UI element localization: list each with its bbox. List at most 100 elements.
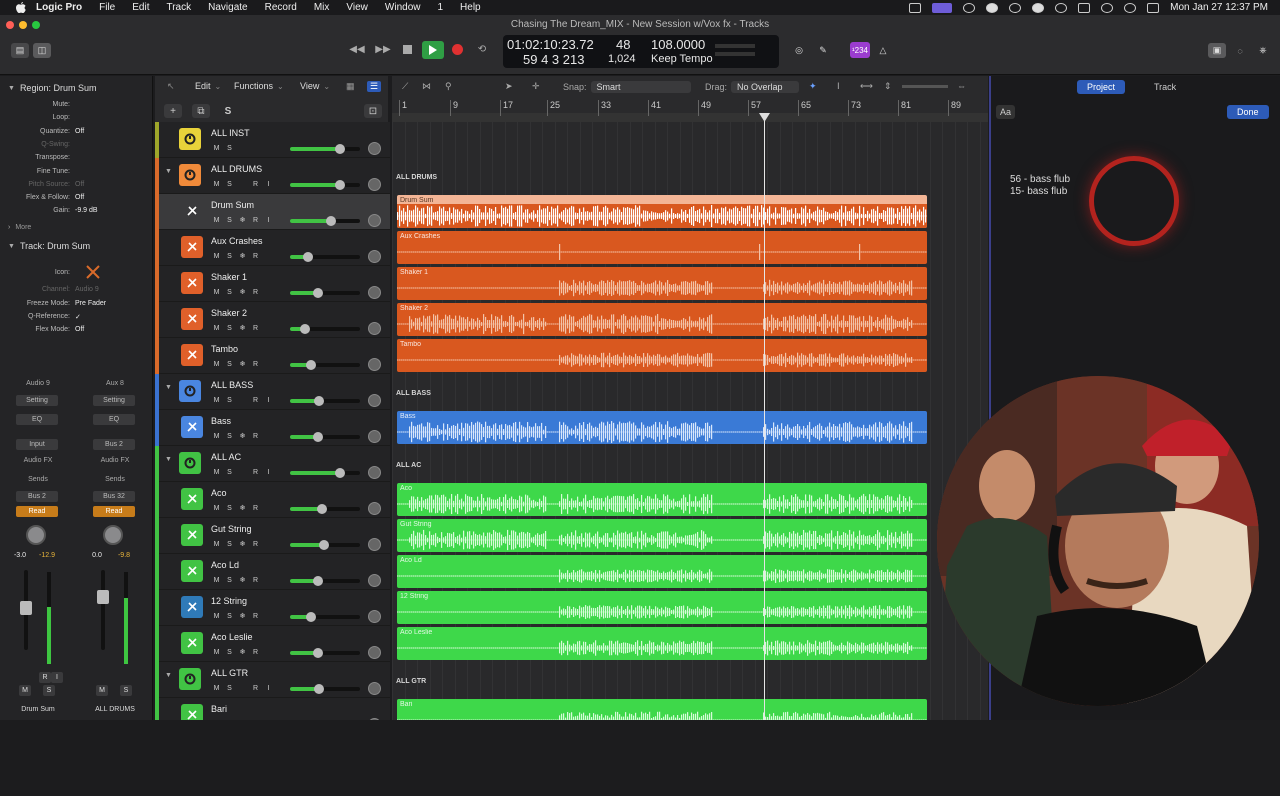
- track-header[interactable]: Drum Sum M S ❄ R I: [155, 194, 390, 230]
- region-param-row[interactable]: Flex & Follow: Off: [0, 194, 153, 206]
- pointer-tool-icon[interactable]: ⟋: [402, 81, 408, 92]
- track-button[interactable]: R: [250, 683, 261, 693]
- track-name[interactable]: ALL AC: [211, 452, 241, 462]
- track-header[interactable]: ALL INST M S: [155, 122, 390, 158]
- track-param-row[interactable]: Icon:: [0, 269, 153, 281]
- cycle-button[interactable]: ⟲: [473, 41, 491, 57]
- track-button[interactable]: R: [250, 575, 261, 585]
- track-param-row[interactable]: Channel: Audio 9: [0, 286, 153, 298]
- track-header[interactable]: Tambo M S ❄ R: [155, 338, 390, 374]
- menu-track[interactable]: Track: [166, 2, 191, 13]
- track-button[interactable]: I: [263, 215, 274, 225]
- fade-tool-icon[interactable]: ⋈: [422, 81, 431, 92]
- fit-icon[interactable]: ⇔: [957, 81, 966, 91]
- menu-view[interactable]: View: [346, 2, 368, 13]
- track-icon[interactable]: [181, 272, 203, 294]
- region-param-row[interactable]: Transpose:: [0, 154, 153, 166]
- metronome-button[interactable]: ✎: [814, 43, 832, 58]
- track-icon[interactable]: [181, 596, 203, 618]
- track-button[interactable]: M: [211, 503, 222, 513]
- track-button[interactable]: ❄: [237, 287, 248, 297]
- track-name[interactable]: 12 String: [211, 596, 247, 606]
- bluetooth-icon[interactable]: [1078, 2, 1091, 13]
- track-button[interactable]: ❄: [237, 575, 248, 585]
- add-track-button[interactable]: +: [164, 104, 182, 118]
- track-button[interactable]: I: [263, 467, 274, 477]
- audio-region[interactable]: Tambo: [397, 339, 927, 372]
- track-icon[interactable]: [179, 452, 201, 474]
- global-solo-button[interactable]: S: [219, 104, 237, 118]
- track-icon[interactable]: [181, 524, 203, 546]
- play-button[interactable]: [422, 41, 444, 59]
- track-pan-knob[interactable]: [368, 502, 381, 515]
- rewind-button[interactable]: ◀◀: [348, 41, 366, 57]
- track-button[interactable]: [237, 179, 248, 189]
- region-param-row[interactable]: Fine Tune:: [0, 168, 153, 180]
- region-param-row[interactable]: Mute:: [0, 101, 153, 113]
- track-button[interactable]: I: [263, 683, 274, 693]
- track-button[interactable]: S: [224, 683, 235, 693]
- updown-icon[interactable]: ⇕: [884, 81, 892, 92]
- track-button[interactable]: S: [224, 143, 235, 153]
- track-button[interactable]: M: [211, 215, 222, 225]
- library-button[interactable]: ▤: [11, 43, 29, 58]
- track-param-row[interactable]: Flex Mode: Off: [0, 326, 153, 338]
- inspector-button[interactable]: ◫: [33, 43, 51, 58]
- param-value[interactable]: Off: [75, 128, 84, 140]
- arrow-tool-icon[interactable]: ➤: [505, 81, 513, 92]
- track-header[interactable]: BariMS❄R: [155, 698, 390, 720]
- chevron-down-icon[interactable]: ▼: [165, 384, 172, 391]
- track-icon[interactable]: [181, 416, 203, 438]
- track-pan-knob[interactable]: [368, 394, 381, 407]
- track-button[interactable]: R: [250, 539, 261, 549]
- track-button[interactable]: S: [224, 431, 235, 441]
- track-name[interactable]: Bass: [211, 416, 231, 426]
- track-name[interactable]: Bari: [211, 704, 227, 714]
- menu-mix[interactable]: Mix: [314, 2, 330, 13]
- track-volume-slider[interactable]: [290, 576, 360, 586]
- menu-logic-pro[interactable]: Logic Pro: [36, 2, 82, 13]
- track-button[interactable]: R: [250, 503, 261, 513]
- track-button[interactable]: M: [211, 395, 222, 405]
- vertical-zoom-icon[interactable]: Ⅰ: [837, 81, 840, 92]
- volume-fader[interactable]: [97, 590, 109, 604]
- track-button[interactable]: S: [224, 215, 235, 225]
- track-header[interactable]: Shaker 2 M S ❄ R: [155, 302, 390, 338]
- param-value[interactable]: ✓: [75, 313, 81, 325]
- track-param-row[interactable]: Freeze Mode: Pre Fader: [0, 300, 153, 312]
- track-button[interactable]: S: [224, 323, 235, 333]
- track-pan-knob[interactable]: [368, 358, 381, 371]
- loops-button[interactable]: ◌: [1231, 43, 1249, 58]
- track-button[interactable]: S: [224, 611, 235, 621]
- track-header[interactable]: ▼ ALL DRUMS M S R I: [155, 158, 390, 194]
- track-name[interactable]: ALL DRUMS: [211, 164, 262, 174]
- screen-share-icon[interactable]: [932, 2, 953, 13]
- track-header[interactable]: Aco Ld M S ❄ R: [155, 554, 390, 590]
- param-value[interactable]: -9.9 dB: [75, 207, 98, 219]
- track-pan-knob[interactable]: [368, 646, 381, 659]
- track-volume-slider[interactable]: [290, 684, 360, 694]
- track-icon[interactable]: [181, 344, 203, 366]
- track-button[interactable]: ❄: [237, 539, 248, 549]
- arrange-area[interactable]: ALL DRUMS ALL BASS ALL AC ALL GTR Drum Sum Au…: [392, 122, 988, 720]
- display-icon[interactable]: [909, 2, 922, 13]
- duplicate-track-button[interactable]: ⧉: [192, 104, 210, 118]
- zoom-slider[interactable]: [902, 85, 948, 88]
- track-header[interactable]: Gut String M S ❄ R: [155, 518, 390, 554]
- track-name[interactable]: Shaker 1: [211, 272, 247, 282]
- apple-icon[interactable]: [14, 2, 28, 13]
- track-volume-slider[interactable]: [290, 432, 360, 442]
- param-value[interactable]: Off: [75, 326, 84, 338]
- param-value[interactable]: Off: [75, 181, 84, 193]
- track-button[interactable]: M: [211, 611, 222, 621]
- snap-dropdown[interactable]: Smart: [590, 81, 691, 93]
- track-volume-slider[interactable]: [290, 396, 360, 406]
- track-button[interactable]: M: [211, 251, 222, 261]
- audio-region[interactable]: Aco: [397, 483, 927, 516]
- track-header[interactable]: Shaker 1 M S ❄ R: [155, 266, 390, 302]
- drag-dropdown[interactable]: No Overlap: [731, 81, 800, 93]
- track-pan-knob[interactable]: [368, 322, 381, 335]
- track-icon[interactable]: [179, 380, 201, 402]
- track-name[interactable]: Shaker 2: [211, 308, 247, 318]
- input-monitor-button[interactable]: I: [51, 672, 63, 683]
